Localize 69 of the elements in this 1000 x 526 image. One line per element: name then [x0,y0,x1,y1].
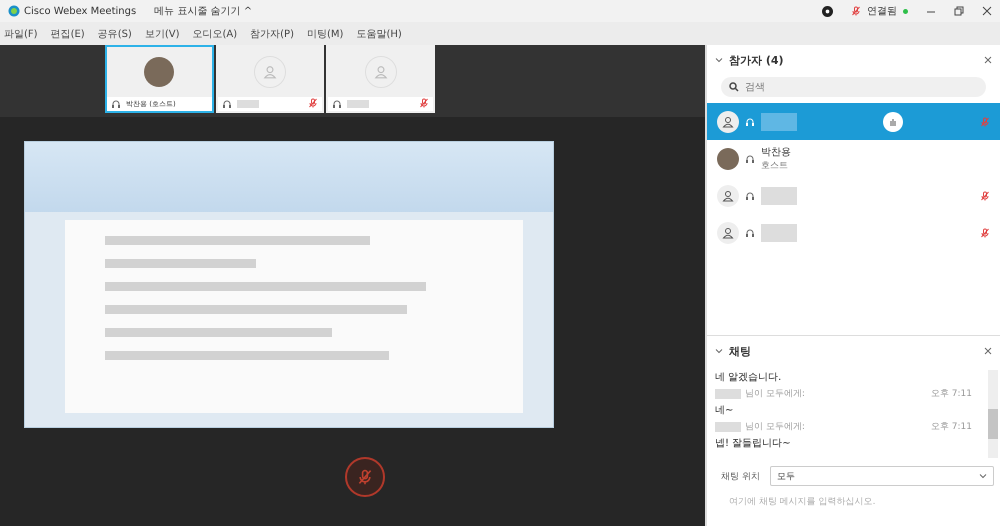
menu-item[interactable]: 파일(F) [4,26,38,40]
redacted-name [715,388,741,398]
person-icon [722,226,734,238]
app-logo-icon [8,5,20,17]
connection-status: 연결됨 [867,5,897,18]
close-icon[interactable] [984,347,992,355]
close-icon[interactable] [982,6,992,16]
chevron-icon[interactable] [715,347,723,355]
participant-row[interactable] [707,103,1000,140]
message-time: 오후 7:11 [930,388,972,400]
muted-mic-icon [308,98,318,108]
redacted-name [761,112,797,130]
menu-item[interactable]: 보기(V) [144,26,180,40]
chat-message: 네 알겠습니다. [715,371,782,384]
headset-icon [745,154,755,164]
headset-icon [745,190,755,200]
redacted-name [761,224,797,242]
avatar-photo [144,57,174,87]
redacted-name [715,422,741,432]
restore-icon[interactable] [954,6,964,16]
participant-role: 호스트 [761,160,789,172]
person-icon [722,190,734,202]
redacted-name [236,100,259,108]
headset-icon [745,116,755,126]
muted-mic-icon [980,228,990,238]
menu-item[interactable]: 공유(S) [98,26,132,40]
recipient-label: 채팅 위치 [721,470,760,482]
headset-icon [111,99,121,109]
scrollbar[interactable] [988,370,998,458]
mic-icon [356,469,372,485]
panel-title: 채팅 [729,344,751,358]
connected-dot-icon [903,8,908,14]
window-title: Cisco Webex Meetings [24,6,136,16]
chevron-icon[interactable] [979,472,987,480]
redacted-name [347,100,370,108]
video-thumbnail[interactable] [216,45,324,113]
person-icon [374,65,388,79]
video-thumbnail[interactable] [326,45,436,113]
menu-toggle-button[interactable]: 메뉴 표시줄 숨기기 ^ [154,4,252,18]
message-sender: 님이 모두에게: [745,388,805,400]
mute-button[interactable] [344,457,384,497]
message-sender: 님이 모두에게: [745,421,805,433]
menu-item[interactable]: 참가자(P) [250,26,294,40]
muted-mic-icon [851,6,861,16]
search-field[interactable]: 검색 [721,77,986,97]
avatar-photo [717,148,739,170]
muted-mic-icon [980,191,990,201]
muted-mic-icon [419,98,430,108]
person-icon [263,65,277,79]
headset-icon [332,99,342,109]
message-time: 오후 7:11 [930,421,972,433]
chat-message: 넵! 잘들립니다~ [715,437,792,450]
redacted-name [761,186,797,204]
headset-icon [222,99,232,109]
close-icon[interactable] [984,56,992,64]
chat-message: 네~ [715,404,734,417]
search-icon [729,82,739,92]
menu-item[interactable]: 도움말(H) [356,26,402,40]
recipient-select[interactable]: 모두 [770,466,994,486]
participant-name: 박찬용 [761,146,791,159]
panel-title: 참가자 (4) [729,52,784,68]
status-icon [822,6,833,16]
muted-mic-icon [980,117,990,127]
chevron-icon[interactable] [715,56,723,64]
menu-item[interactable]: 편집(E) [50,26,85,40]
menu-item[interactable]: 미팅(M) [307,26,344,40]
person-icon [722,116,734,128]
headset-icon [745,228,755,238]
menu-item[interactable]: 오디오(A) [192,26,238,40]
